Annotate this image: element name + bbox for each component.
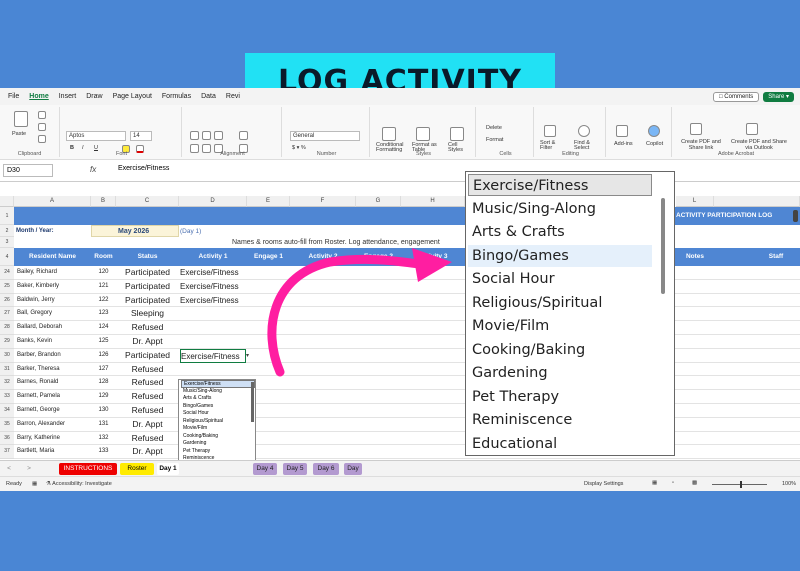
- activity-dropdown-zoomed[interactable]: Exercise/Fitness Music/Sing-Along Arts & C…: [465, 171, 675, 456]
- dropdown-option[interactable]: Cooking/Baking: [472, 339, 585, 362]
- dropdown-option[interactable]: Gardening: [472, 362, 548, 385]
- dropdown-scrollbar[interactable]: [661, 198, 665, 294]
- arrow-head: [412, 248, 452, 282]
- dropdown-option[interactable]: Bingo/Games: [472, 245, 569, 268]
- pointer-arrow: [267, 248, 452, 377]
- dropdown-option[interactable]: Music/Sing-Along: [472, 198, 596, 221]
- dropdown-option[interactable]: Arts & Crafts: [472, 221, 565, 244]
- dropdown-option[interactable]: Social Hour: [472, 268, 555, 291]
- dropdown-option[interactable]: Reminiscence: [472, 409, 572, 432]
- dropdown-option[interactable]: Movie/Film: [472, 315, 549, 338]
- dropdown-option-selected[interactable]: Exercise/Fitness: [468, 174, 652, 196]
- dropdown-option[interactable]: Religious/Spiritual: [472, 292, 602, 315]
- dropdown-option[interactable]: Educational: [472, 433, 557, 456]
- dropdown-option[interactable]: Pet Therapy: [472, 386, 559, 409]
- arrow-shaft: [267, 254, 425, 377]
